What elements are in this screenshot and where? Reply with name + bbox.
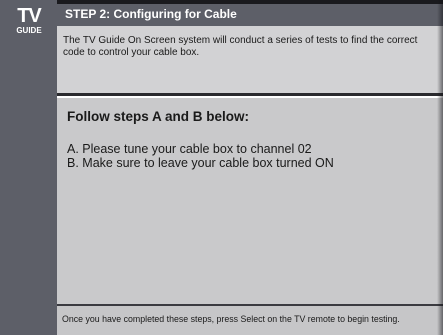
tv-screen: TV GUIDE STEP 2: Configuring for Cable T… <box>0 0 443 335</box>
step-header: STEP 2: Configuring for Cable <box>57 4 443 26</box>
logo-tv-text: TV <box>17 5 42 27</box>
sidebar: TV GUIDE <box>0 0 57 335</box>
instructions-heading: Follow steps A and B below: <box>67 109 250 124</box>
logo-guide-text: GUIDE <box>16 26 42 35</box>
footer-instruction-bar: Once you have completed these steps, pre… <box>57 304 443 335</box>
screen-edge-shadow <box>437 0 443 335</box>
step-b: B. Make sure to leave your cable box tur… <box>67 156 334 170</box>
step-title: STEP 2: Configuring for Cable <box>65 7 237 21</box>
intro-text: The TV Guide On Screen system will condu… <box>63 35 418 58</box>
intro-panel: The TV Guide On Screen system will condu… <box>57 26 443 96</box>
step-a: A. Please tune your cable box to channel… <box>67 142 312 156</box>
instructions-panel: Follow steps A and B below: A. Please tu… <box>57 96 443 304</box>
footer-text: Once you have completed these steps, pre… <box>62 314 400 324</box>
tv-guide-logo: TV GUIDE <box>4 6 54 44</box>
